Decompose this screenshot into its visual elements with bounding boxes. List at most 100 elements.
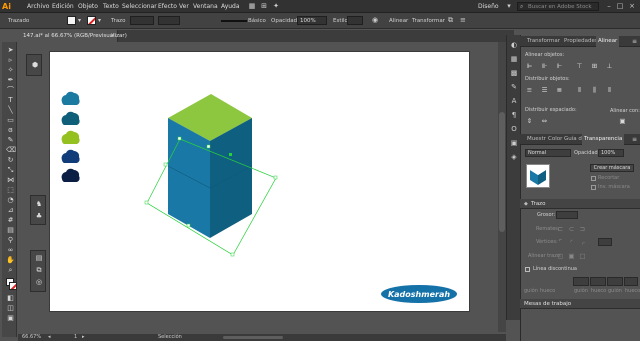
distribute-hspace-icon[interactable]: ⇔ xyxy=(540,117,549,125)
artboard[interactable]: Kadoshmerah xyxy=(49,51,470,312)
free-transform-icon[interactable]: ⬚ xyxy=(6,186,15,194)
corner-bevel-icon[interactable]: ⌌ xyxy=(578,238,587,246)
align-bottom-icon[interactable]: ⊥ xyxy=(605,62,614,70)
align-right-icon[interactable]: ⊩ xyxy=(555,62,564,70)
stock-search-input[interactable]: ⌕ Buscar en Adobe Stock xyxy=(517,2,599,11)
align-inside-stroke-icon[interactable]: ▣ xyxy=(567,252,576,260)
brush-label[interactable]: Básico xyxy=(248,17,266,25)
menu-edicion[interactable]: Edición xyxy=(52,2,74,11)
vertical-scrollbar[interactable] xyxy=(498,42,506,332)
align-center-stroke-icon[interactable]: ▢ xyxy=(556,252,565,260)
tab-guia-color[interactable]: Guía d xyxy=(562,134,584,145)
libraries-icon[interactable]: ⬢ xyxy=(30,61,40,70)
brushes-icon[interactable]: ✎ xyxy=(509,83,519,92)
eyedropper-tool-icon[interactable]: ⚲ xyxy=(6,236,15,244)
align-left-icon[interactable]: ⊫ xyxy=(525,62,534,70)
stroke-swatch-none[interactable] xyxy=(87,16,96,25)
gap-field-1[interactable] xyxy=(590,277,606,286)
distribute-vspace-icon[interactable]: ⇕ xyxy=(525,117,534,125)
prev-artboard-icon[interactable]: ◂ xyxy=(48,334,51,341)
type-tool-icon[interactable]: T xyxy=(6,96,15,104)
zoom-tool-icon[interactable]: ⌕ xyxy=(6,266,15,274)
align-outside-stroke-icon[interactable]: □ xyxy=(578,252,587,260)
eraser-tool-icon[interactable]: ⌫ xyxy=(6,146,16,154)
menu-objeto[interactable]: Objeto xyxy=(78,2,98,11)
next-artboard-icon[interactable]: ▸ xyxy=(82,334,85,341)
menu-ventana[interactable]: Ventana xyxy=(193,2,218,11)
layers-panel-icon[interactable]: ◈ xyxy=(509,153,519,162)
hand-tool-icon[interactable]: ✋ xyxy=(6,256,15,264)
rectangle-tool-icon[interactable]: ▭ xyxy=(6,116,15,124)
chevron-down-icon[interactable]: ▾ xyxy=(505,2,513,11)
cap-round-icon[interactable]: ⊂ xyxy=(567,225,576,233)
variable-width-select[interactable] xyxy=(158,16,180,25)
cap-butt-icon[interactable]: ⊏ xyxy=(556,225,565,233)
pen-tool-icon[interactable]: ✒ xyxy=(6,76,15,84)
stroke-weight-input[interactable] xyxy=(556,211,578,219)
tab-transformar[interactable]: Transformar xyxy=(525,36,562,47)
distribute-right-icon[interactable]: ⫴ xyxy=(605,86,614,94)
panel-menu-icon[interactable]: ≡ xyxy=(632,37,637,46)
cap-square-icon[interactable]: ⊐ xyxy=(578,225,587,233)
swatches-panel-icon[interactable]: ▣ xyxy=(509,139,519,148)
rotate-tool-icon[interactable]: ↻ xyxy=(6,156,15,164)
document-tab[interactable]: 147.ai* al 66.67% (RGB/Previsualizar) × xyxy=(18,30,127,42)
chevron-down-icon[interactable]: ▾ xyxy=(98,16,104,25)
gap-field-2[interactable] xyxy=(624,277,638,286)
draw-mode-icon[interactable]: ◫ xyxy=(6,304,15,312)
direct-selection-tool-icon[interactable]: ▹ xyxy=(6,56,15,64)
color-swatch-2[interactable] xyxy=(61,111,80,125)
vertical-scroll-thumb[interactable] xyxy=(499,112,505,232)
color-guide-icon[interactable]: ▦ xyxy=(509,55,519,64)
panel-menu-icon[interactable]: ≡ xyxy=(632,135,637,144)
opentype-icon[interactable]: O xyxy=(509,125,519,134)
menu-archivo[interactable]: Archivo xyxy=(27,2,49,11)
transform-button[interactable]: Transformar xyxy=(412,17,445,25)
blend-tool-icon[interactable]: ∞ xyxy=(6,246,15,254)
maximize-icon[interactable]: □ xyxy=(615,2,625,11)
zoom-level[interactable]: 66.67% xyxy=(22,334,41,341)
width-tool-icon[interactable]: ⋈ xyxy=(6,176,15,184)
stroke-panel-header[interactable]: ◆ Trazo xyxy=(520,199,640,209)
artboards-icon[interactable]: ⧉ xyxy=(34,266,44,275)
color-panel-icon[interactable]: ◐ xyxy=(509,41,519,50)
isolate-icon[interactable]: ⧉ xyxy=(448,16,457,25)
paintbrush-tool-icon[interactable]: ɞ xyxy=(6,126,15,134)
dashed-line-checkbox[interactable] xyxy=(525,267,530,272)
invert-mask-checkbox[interactable] xyxy=(591,185,596,190)
tab-transparencia[interactable]: Transparencia xyxy=(582,134,625,145)
distribute-hcenter-icon[interactable]: ⫼ xyxy=(590,86,599,94)
color-swatch-1[interactable] xyxy=(61,91,80,105)
scale-tool-icon[interactable]: ⤡ xyxy=(6,166,15,174)
gradient-tool-icon[interactable]: ▤ xyxy=(6,226,15,234)
recolor-icon[interactable]: ◉ xyxy=(372,16,381,25)
tab-propiedades[interactable]: Propiedades xyxy=(562,36,600,47)
curvature-tool-icon[interactable]: ⌒ xyxy=(6,86,15,94)
corner-round-icon[interactable]: ◜ xyxy=(567,238,576,246)
screen-mode-icon[interactable]: ▣ xyxy=(6,314,15,322)
magic-wand-icon[interactable]: ✧ xyxy=(6,66,15,74)
symbols-icon[interactable]: ♞ xyxy=(34,200,44,209)
dash-field-1[interactable] xyxy=(573,277,589,286)
close-tab-icon[interactable]: × xyxy=(110,32,115,40)
align-button[interactable]: Alinear xyxy=(389,17,408,25)
gpu-icon[interactable]: ✦ xyxy=(272,2,280,11)
swatches-icon[interactable]: ▩ xyxy=(509,69,519,78)
paragraph-icon[interactable]: ¶ xyxy=(509,111,519,120)
transparency-opacity-field[interactable]: 100% xyxy=(598,149,624,157)
shaper-tool-icon[interactable]: ✎ xyxy=(6,136,15,144)
perspective-grid-icon[interactable]: ⊿ xyxy=(6,206,15,214)
artboard-number[interactable]: 1 xyxy=(74,334,77,341)
distribute-left-icon[interactable]: ⦀ xyxy=(575,86,584,94)
stroke-color-icon[interactable] xyxy=(9,282,17,290)
horizontal-scroll-thumb[interactable] xyxy=(223,336,283,339)
blend-mode-select[interactable]: Normal xyxy=(525,149,571,157)
align-top-icon[interactable]: ⊤ xyxy=(575,62,584,70)
shape-builder-icon[interactable]: ◔ xyxy=(6,196,15,204)
tab-muestras[interactable]: Muestr xyxy=(525,134,548,145)
menu-ayuda[interactable]: Ayuda xyxy=(221,2,240,11)
align-hcenter-icon[interactable]: ⊪ xyxy=(540,62,549,70)
menu-seleccionar[interactable]: Seleccionar xyxy=(122,2,157,11)
menu-ver[interactable]: Ver xyxy=(179,2,189,11)
line-tool-icon[interactable]: ╲ xyxy=(6,106,15,114)
